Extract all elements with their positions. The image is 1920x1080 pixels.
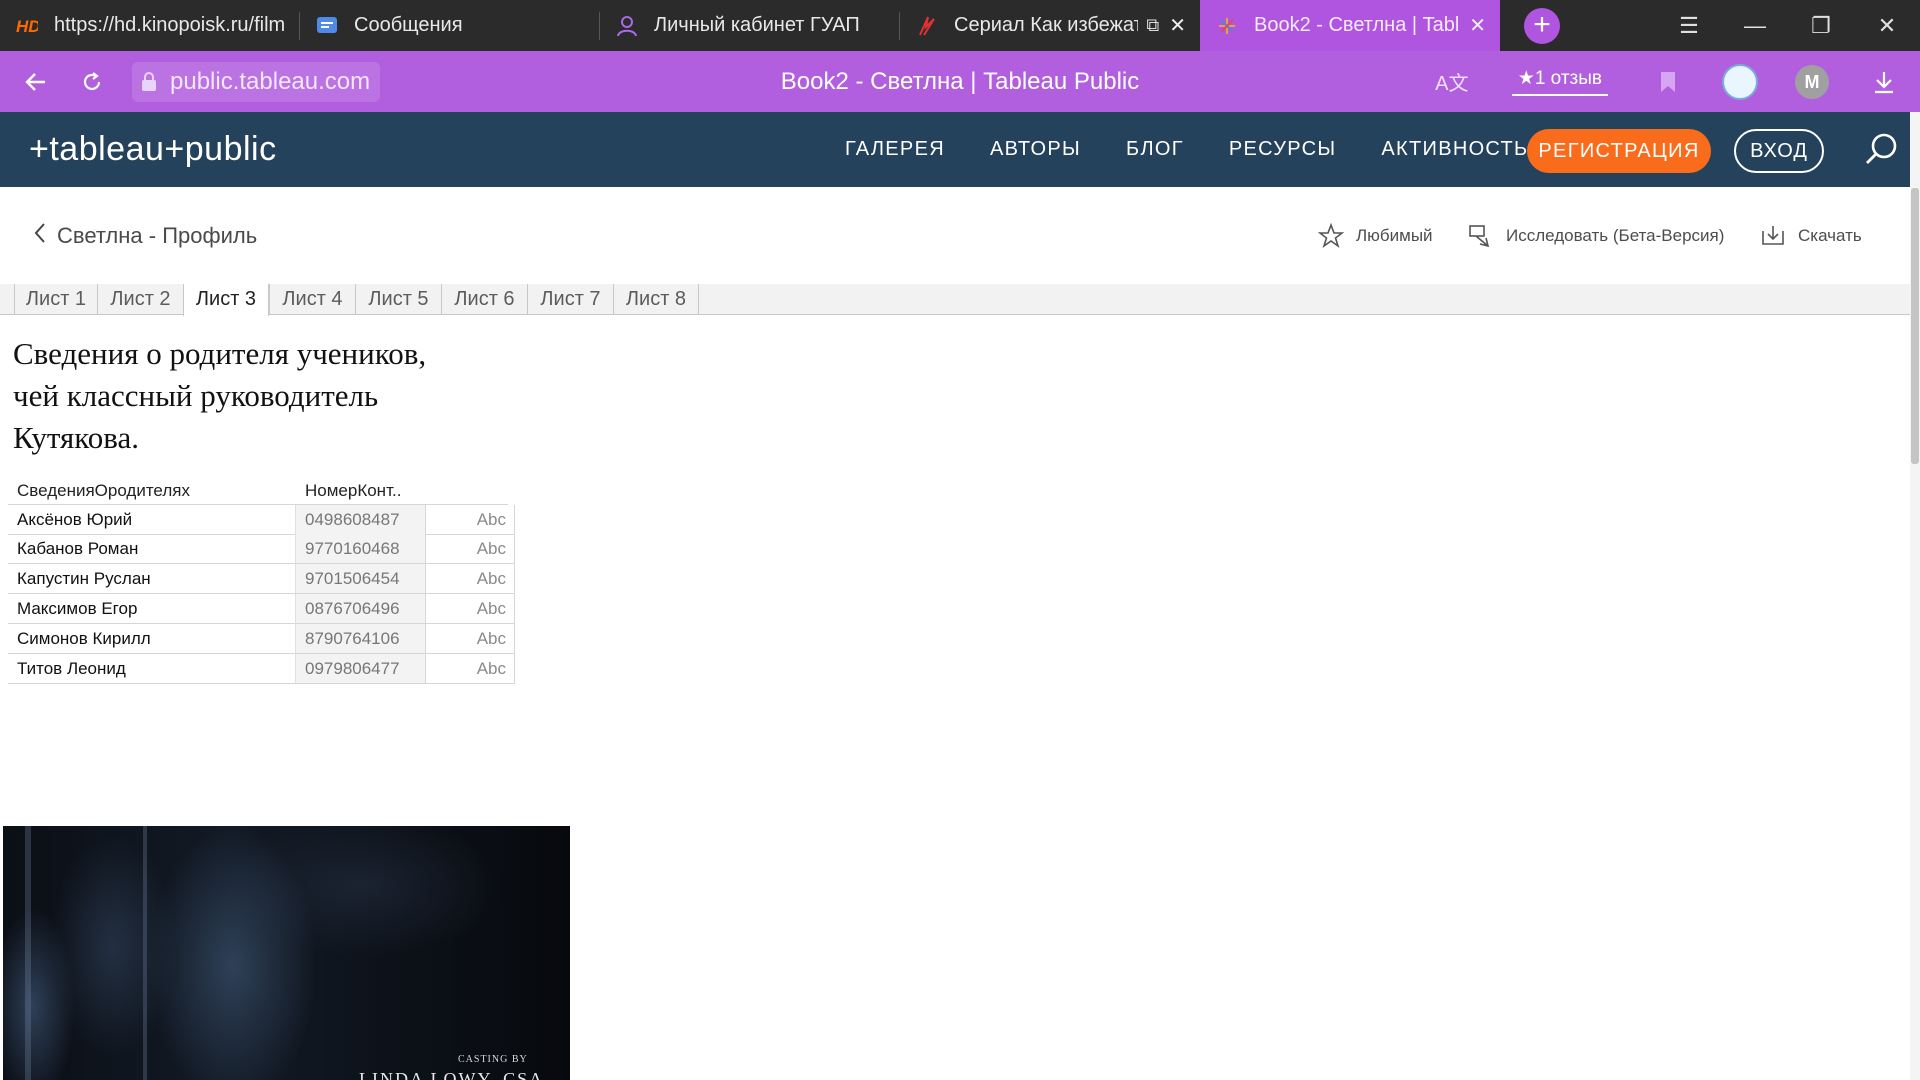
address-bar: public.tableau.com Book2 - Светлна | Tab… xyxy=(0,51,1920,112)
viz-title: Сведения о родителя учеников, чей классн… xyxy=(13,336,427,455)
phone-cell: 0876706496 xyxy=(295,594,425,624)
picture-in-picture-video[interactable]: CASTING BY LINDA LOWY, CSA xyxy=(3,826,570,1080)
parent-name-cell: Титов Леонид xyxy=(8,654,295,684)
sheet-tab-4[interactable]: Лист 4 xyxy=(269,284,355,315)
scrollbar-thumb[interactable] xyxy=(1911,188,1919,464)
abc-cell: Abc xyxy=(425,594,515,624)
star-icon xyxy=(1318,223,1344,249)
back-to-profile-link[interactable]: Светлна - Профиль xyxy=(33,222,257,250)
phone-cell: 0498608487 xyxy=(295,505,425,535)
abc-cell: Abc xyxy=(425,505,515,535)
back-arrow-icon[interactable] xyxy=(16,62,56,102)
video-light-streak xyxy=(143,826,147,1080)
parent-name-cell: Кабанов Роман xyxy=(8,534,295,564)
table-row[interactable]: Капустин Руслан 9701506454 Abc xyxy=(8,564,515,594)
close-tab-icon[interactable]: ✕ xyxy=(1469,13,1486,38)
tableau-icon xyxy=(1216,15,1238,37)
window-controls: ☰ — ❐ ✕ xyxy=(1656,0,1920,51)
sheet-tabs: Лист 1 Лист 2 Лист 3 Лист 4 Лист 5 Лист … xyxy=(0,284,1910,316)
nav-blog[interactable]: БЛОГ xyxy=(1126,138,1184,161)
review-badge[interactable]: ★1 отзыв xyxy=(1511,67,1608,96)
explore-icon xyxy=(1468,223,1494,249)
chevron-left-icon xyxy=(33,222,47,250)
reload-icon[interactable] xyxy=(72,62,112,102)
explore-button[interactable]: Исследовать (Бета-Версия) xyxy=(1468,220,1724,252)
menu-icon[interactable]: ☰ xyxy=(1656,13,1722,39)
phone-cell: 8790764106 xyxy=(295,624,425,654)
kinopoisk-icon: HD xyxy=(16,15,38,37)
video-light-streak xyxy=(25,826,31,1080)
table-row[interactable]: Кабанов Роман 9770160468 Abc xyxy=(8,534,515,564)
sheet-tab-3[interactable]: Лист 3 xyxy=(183,284,269,316)
address-bar-tools: A文 ★1 отзыв M xyxy=(1416,51,1920,112)
favorite-button[interactable]: Любимый xyxy=(1318,220,1433,252)
browser-tab-series[interactable]: Сериал Как избежать ⧉ ✕ xyxy=(900,0,1200,51)
new-tab-button[interactable]: + xyxy=(1524,8,1560,44)
minimize-icon[interactable]: — xyxy=(1722,13,1788,39)
series-icon xyxy=(916,15,938,37)
sheet-tab-5[interactable]: Лист 5 xyxy=(355,284,441,315)
svg-text:HD: HD xyxy=(16,17,38,36)
video-credit-name: LINDA LOWY, CSA xyxy=(359,1069,545,1080)
sheet-tab-1[interactable]: Лист 1 xyxy=(14,284,97,315)
download-icon xyxy=(1760,223,1786,249)
profile-avatar[interactable]: M xyxy=(1792,62,1832,102)
nav-gallery[interactable]: ГАЛЕРЕЯ xyxy=(845,138,945,161)
download-arrow-icon[interactable] xyxy=(1864,62,1904,102)
sheet-tab-6[interactable]: Лист 6 xyxy=(441,284,527,315)
translate-icon[interactable]: A文 xyxy=(1432,62,1472,102)
phone-cell: 9770160468 xyxy=(295,534,425,564)
video-credit-label: CASTING BY xyxy=(458,1054,528,1065)
tableau-header: +tableau+public ГАЛЕРЕЯ АВТОРЫ БЛОГ РЕСУ… xyxy=(0,112,1910,187)
tableau-public-logo[interactable]: +tableau+public xyxy=(29,130,277,169)
bookmark-icon[interactable] xyxy=(1648,62,1688,102)
sheet-tab-7[interactable]: Лист 7 xyxy=(527,284,613,315)
abc-cell: Abc xyxy=(425,624,515,654)
sheet-tab-2[interactable]: Лист 2 xyxy=(97,284,183,315)
picture-in-picture-icon[interactable]: ⧉ xyxy=(1146,15,1159,36)
close-window-icon[interactable]: ✕ xyxy=(1854,13,1920,39)
browser-tab-guap[interactable]: Личный кабинет ГУАП xyxy=(600,0,900,51)
sheet-tab-8[interactable]: Лист 8 xyxy=(613,284,699,315)
table-row[interactable]: Максимов Егор 0876706496 Abc xyxy=(8,594,515,624)
url-field[interactable]: public.tableau.com xyxy=(132,61,381,102)
register-button[interactable]: РЕГИСТРАЦИЯ xyxy=(1527,129,1711,173)
restore-icon[interactable]: ❐ xyxy=(1788,13,1854,39)
abc-cell: Abc xyxy=(425,654,515,684)
parent-name-cell: Максимов Егор xyxy=(8,594,295,624)
download-button[interactable]: Скачать xyxy=(1760,220,1862,252)
parent-name-cell: Симонов Кирилл xyxy=(8,624,295,654)
video-frame xyxy=(3,826,570,1080)
browser-extension-globe-icon[interactable] xyxy=(1720,62,1760,102)
lock-icon xyxy=(140,71,158,93)
column-header-phone[interactable]: НомерКонт.. xyxy=(305,481,401,501)
person-icon xyxy=(616,15,638,37)
nav-resources[interactable]: РЕСУРСЫ xyxy=(1229,138,1337,161)
close-tab-icon[interactable]: ✕ xyxy=(1169,13,1186,38)
browser-tab-strip: HD https://hd.kinopoisk.ru/film Сообщени… xyxy=(0,0,1920,51)
parent-name-cell: Аксёнов Юрий xyxy=(8,505,295,535)
abc-cell: Abc xyxy=(425,564,515,594)
table-row[interactable]: Аксёнов Юрий 0498608487 Abc xyxy=(8,504,515,535)
chat-icon xyxy=(316,15,338,37)
nav-authors[interactable]: АВТОРЫ xyxy=(990,138,1081,161)
phone-cell: 0979806477 xyxy=(295,654,425,684)
browser-tab-messages[interactable]: Сообщения xyxy=(300,0,600,51)
nav-activity[interactable]: АКТИВНОСТЬ xyxy=(1381,138,1528,161)
table-row[interactable]: Симонов Кирилл 8790764106 Abc xyxy=(8,624,515,654)
search-icon[interactable] xyxy=(1862,130,1902,170)
browser-tab-kinopoisk[interactable]: HD https://hd.kinopoisk.ru/film xyxy=(0,0,300,51)
abc-cell: Abc xyxy=(425,534,515,564)
phone-cell: 9701506454 xyxy=(295,564,425,594)
login-button[interactable]: ВХОД xyxy=(1734,129,1824,173)
parent-name-cell: Капустин Руслан xyxy=(8,564,295,594)
column-header-parents[interactable]: СведенияОродителях xyxy=(17,481,190,501)
table-row[interactable]: Титов Леонид 0979806477 Abc xyxy=(8,654,515,684)
main-nav: ГАЛЕРЕЯ АВТОРЫ БЛОГ РЕСУРСЫ АКТИВНОСТЬ xyxy=(845,112,1573,187)
browser-tab-tableau[interactable]: Book2 - Светлна | Tableau ✕ xyxy=(1200,0,1500,51)
